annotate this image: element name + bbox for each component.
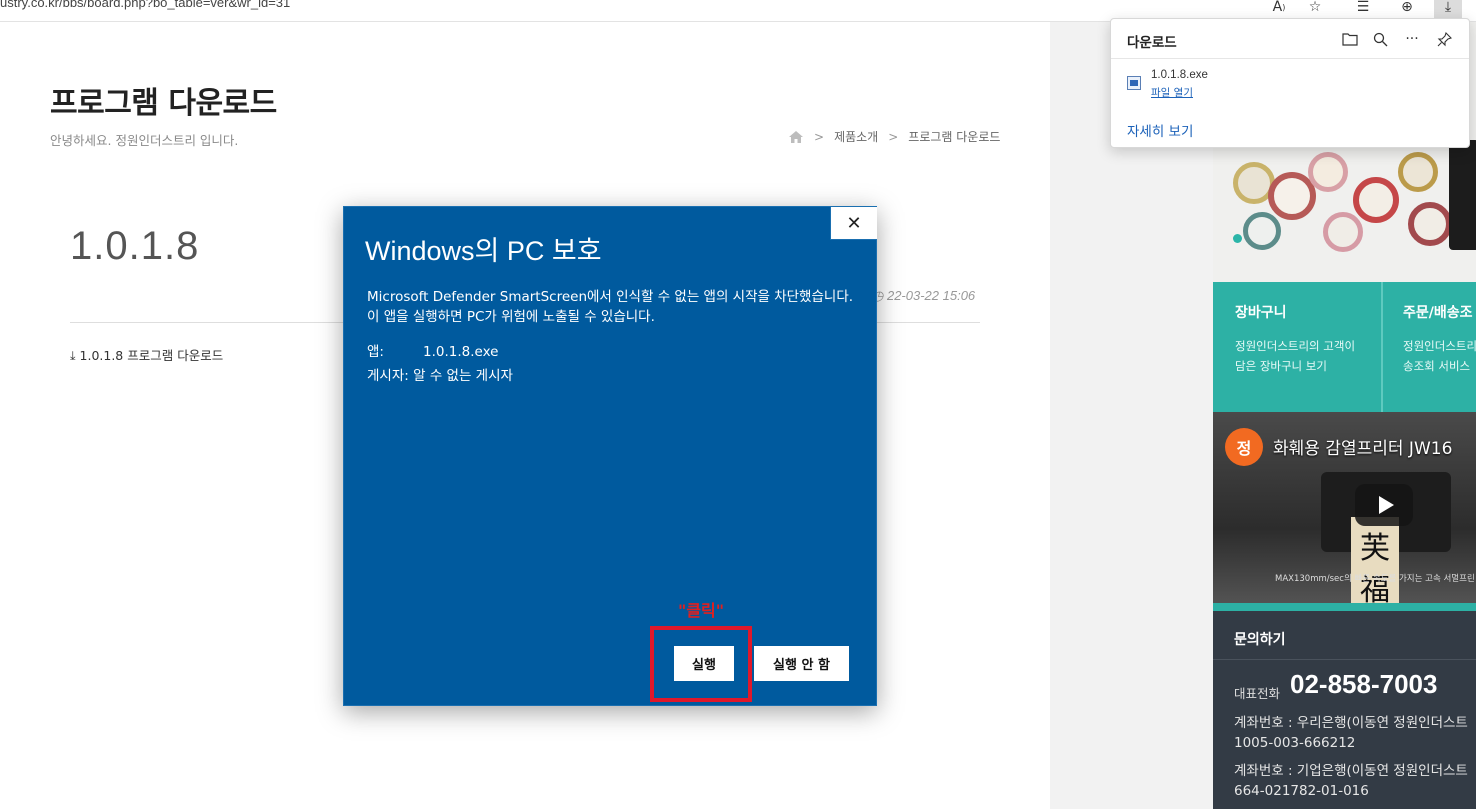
more-options-icon[interactable]: ···	[1400, 27, 1424, 51]
open-file-link[interactable]: 파일 열기	[1151, 85, 1193, 100]
favorites-add-icon[interactable]: ☆	[1301, 0, 1329, 19]
breadcrumb: > 제품소개 > 프로그램 다운로드	[788, 128, 1000, 145]
downloads-flyout: 다운로드 ··· 1.0.1.8.exe 파일 열기 자세히 보기	[1110, 18, 1470, 148]
post-date: ◷ 22-03-22 15:06	[872, 288, 975, 304]
ribbon-image: 芙 福	[1351, 517, 1399, 607]
bank-account-2-number: 664-021782-01-016	[1234, 783, 1369, 799]
home-icon[interactable]	[788, 130, 804, 144]
cart-link[interactable]: 장바구니 정원인더스트리의 고객이 담은 장바구니 보기	[1213, 282, 1383, 412]
dialog-title: Windows의 PC 보호	[365, 236, 602, 266]
ribbon-char: 芙	[1360, 531, 1390, 566]
publisher-label: 게시자:	[367, 368, 409, 384]
pin-icon[interactable]	[1432, 27, 1456, 51]
publisher-row: 게시자: 알 수 없는 게시자	[367, 364, 513, 384]
contact-panel: 문의하기 대표전화 02-858-7003 계좌번호 : 우리은행(이동연 정원…	[1213, 611, 1476, 809]
app-label: 앱:	[367, 344, 384, 360]
dont-run-button[interactable]: 실행 안 함	[754, 646, 849, 681]
cart-title: 장바구니	[1235, 305, 1287, 321]
cart-desc: 담은 장바구니 보기	[1235, 359, 1327, 373]
app-row: 앱: 1.0.1.8.exe	[367, 340, 498, 360]
read-aloud-icon[interactable]: A)	[1265, 0, 1293, 19]
breadcrumb-item[interactable]: 프로그램 다운로드	[908, 128, 1000, 145]
downloads-title: 다운로드	[1127, 35, 1177, 51]
breadcrumb-item[interactable]: 제품소개	[834, 128, 878, 145]
order-desc: 정원인더스트리	[1403, 339, 1476, 353]
contact-title: 문의하기	[1234, 632, 1286, 648]
post-title: 1.0.1.8	[70, 224, 200, 268]
click-annotation: "클릭"	[678, 601, 725, 620]
phone-label: 대표전화	[1234, 686, 1281, 701]
page-subtitle: 안녕하세요. 정원인더스트리 입니다.	[50, 133, 239, 148]
file-download-link[interactable]: ⤓ 1.0.1.8 프로그램 다운로드	[70, 345, 223, 364]
see-more-link[interactable]: 자세히 보기	[1127, 120, 1193, 140]
channel-avatar[interactable]: 정	[1225, 428, 1263, 466]
order-desc: 송조회 서비스	[1403, 359, 1471, 373]
video-embed[interactable]: 芙 福 정 화훼용 감열프리터 JW16 MAX130mm/sec의 빠른 속도…	[1213, 412, 1476, 607]
screen: ustry.co.kr/bbs/board.php?bo_table=ver&w…	[0, 0, 1476, 809]
download-file-name: 1.0.1.8.exe	[1151, 69, 1208, 81]
carousel-indicator[interactable]	[1233, 234, 1242, 243]
chevron-right-icon: >	[814, 129, 825, 144]
download-icon: ⤓	[70, 348, 76, 363]
address-bar-url[interactable]: ustry.co.kr/bbs/board.php?bo_table=ver&w…	[0, 0, 290, 10]
play-icon	[1378, 496, 1394, 514]
exe-file-icon	[1127, 76, 1141, 90]
phone-number: 02-858-7003	[1290, 669, 1438, 699]
bank-account-1-number: 1005-003-666212	[1234, 735, 1356, 751]
file-download-label: 1.0.1.8 프로그램 다운로드	[79, 348, 224, 363]
video-divider	[1213, 603, 1476, 611]
video-title[interactable]: 화훼용 감열프리터 JW16	[1273, 434, 1452, 459]
post-date-text: 22-03-22 15:06	[886, 288, 976, 303]
close-icon: ✕	[846, 212, 862, 234]
page-title: 프로그램 다운로드	[50, 86, 277, 121]
dialog-message: Microsoft Defender SmartScreen에서 인식할 수 없…	[367, 289, 854, 325]
bank-account-1: 계좌번호 : 우리은행(이동연 정원인더스트	[1234, 715, 1468, 731]
order-title: 주문/배송조	[1403, 305, 1473, 321]
play-button[interactable]	[1355, 484, 1413, 526]
downloads-header: 다운로드 ···	[1111, 19, 1469, 59]
close-button[interactable]: ✕	[830, 207, 877, 240]
downloads-icon[interactable]: ⤓	[1434, 0, 1462, 19]
divider	[1213, 659, 1476, 660]
folder-icon[interactable]	[1338, 27, 1362, 51]
run-button[interactable]: 실행	[674, 646, 734, 681]
search-icon[interactable]	[1368, 27, 1392, 51]
video-caption: MAX130mm/sec의 빠른 속도를 가지는 고속 서멀프린	[1275, 574, 1475, 584]
chevron-right-icon: >	[888, 129, 899, 144]
collections-icon[interactable]: ⊕	[1393, 0, 1421, 19]
favorites-icon[interactable]: ☰	[1349, 0, 1377, 19]
shop-links: 장바구니 정원인더스트리의 고객이 담은 장바구니 보기 주문/배송조 정원인더…	[1213, 282, 1476, 412]
bank-account-2: 계좌번호 : 기업은행(이동연 정원인더스트	[1234, 763, 1468, 779]
publisher-value: 알 수 없는 게시자	[413, 368, 513, 384]
cart-desc: 정원인더스트리의 고객이	[1235, 339, 1356, 353]
app-value: 1.0.1.8.exe	[423, 344, 499, 360]
smartscreen-dialog: ✕ Windows의 PC 보호 Microsoft Defender Smar…	[343, 206, 877, 706]
order-tracking-link[interactable]: 주문/배송조 정원인더스트리 송조회 서비스	[1383, 282, 1476, 412]
